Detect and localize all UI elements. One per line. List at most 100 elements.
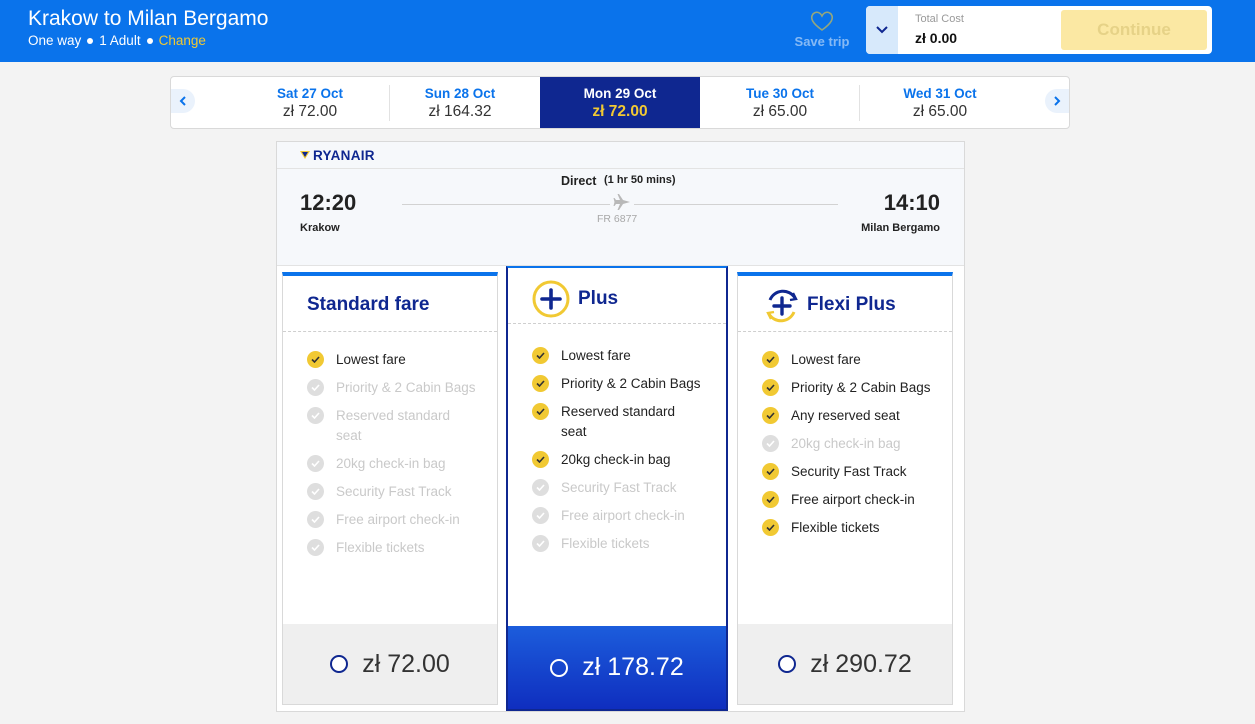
date-label: Sat 27 Oct	[276, 86, 344, 101]
arrival-city: Milan Bergamo	[861, 222, 940, 234]
fare-select-area[interactable]: zł 178.72	[508, 626, 726, 709]
plus-fare-icon	[532, 280, 570, 318]
change-link[interactable]: Change	[159, 33, 206, 48]
feature-item: 20kg check-in bag	[307, 454, 477, 474]
check-icon	[307, 379, 324, 396]
date-price: zł 72.00	[282, 103, 338, 120]
feature-item: Free airport check-in	[532, 506, 702, 526]
feature-item: 20kg check-in bag	[762, 434, 932, 454]
flight-type: Direct	[561, 174, 597, 188]
previous-dates-button[interactable]	[171, 89, 195, 113]
total-cost-label: Total Cost	[915, 13, 964, 25]
feature-item: Flexible tickets	[762, 518, 932, 538]
feature-label: Security Fast Track	[336, 484, 452, 499]
feature-label: 20kg check-in bag	[561, 452, 671, 467]
feature-item: Free airport check-in	[762, 490, 932, 510]
feature-list: Lowest fare Priority & 2 Cabin Bags Any …	[762, 350, 932, 546]
date-label: Wed 31 Oct	[903, 86, 977, 101]
fare-card-plus[interactable]: Plus Lowest fare Priority & 2 Cabin Bags…	[506, 266, 728, 711]
date-option[interactable]: Sat 27 Oct zł 72.00	[230, 77, 390, 128]
save-trip-label: Save trip	[794, 34, 850, 49]
feature-item: Priority & 2 Cabin Bags	[532, 374, 702, 394]
harp-logo-icon	[300, 151, 310, 159]
feature-label: Any reserved seat	[791, 408, 900, 423]
date-price: zł 65.00	[752, 103, 808, 120]
feature-item: Lowest fare	[307, 350, 477, 370]
fare-select-area[interactable]: zł 72.00	[283, 624, 497, 704]
feature-item: Any reserved seat	[762, 406, 932, 426]
check-icon	[762, 463, 779, 480]
date-label: Tue 30 Oct	[745, 86, 815, 101]
feature-label: Free airport check-in	[561, 508, 685, 523]
trip-type: One way	[28, 33, 82, 48]
divider	[277, 168, 964, 169]
flight-summary[interactable]: RYANAIR 12:20 Krakow Direct (1 hr 50 min…	[277, 142, 964, 266]
feature-item: Priority & 2 Cabin Bags	[307, 378, 477, 398]
feature-label: Free airport check-in	[336, 512, 460, 527]
continue-button[interactable]: Continue	[1061, 10, 1207, 50]
chevron-left-icon	[179, 96, 186, 106]
airline-name: RYANAIR	[313, 147, 375, 163]
total-cost-panel: Total Cost zł 0.00 Continue	[866, 6, 1212, 54]
date-price: zł 164.32	[428, 103, 492, 120]
date-option[interactable]: Tue 30 Oct zł 65.00	[700, 77, 860, 128]
fare-title: Flexi Plus	[807, 294, 896, 315]
feature-label: 20kg check-in bag	[336, 456, 446, 471]
date-option[interactable]: Wed 31 Oct zł 65.00	[860, 77, 1020, 128]
fare-card-flexi-plus[interactable]: Flexi Plus Lowest fare Priority & 2 Cabi…	[737, 272, 953, 705]
check-icon	[532, 375, 549, 392]
date-option[interactable]: Sun 28 Oct zł 164.32	[380, 77, 540, 128]
feature-label: Flexible tickets	[336, 540, 425, 555]
feature-label: Flexible tickets	[791, 520, 880, 535]
check-icon	[532, 507, 549, 524]
check-icon	[307, 511, 324, 528]
fare-radio[interactable]	[550, 658, 569, 677]
bullet-icon	[146, 37, 153, 44]
date-selector: Sat 27 Oct zł 72.00 Sun 28 Oct zł 164.32…	[170, 76, 1070, 129]
feature-item: Priority & 2 Cabin Bags	[762, 378, 932, 398]
check-icon	[307, 483, 324, 500]
feature-label: Priority & 2 Cabin Bags	[336, 380, 476, 395]
fare-radio[interactable]	[778, 655, 797, 673]
feature-list: Lowest fare Priority & 2 Cabin Bags Rese…	[307, 350, 477, 566]
route-title: Krakow to Milan Bergamo	[28, 7, 269, 30]
feature-item: Security Fast Track	[532, 478, 702, 498]
feature-label: Security Fast Track	[791, 464, 907, 479]
chevron-down-icon	[876, 26, 888, 34]
check-icon	[762, 519, 779, 536]
date-option-selected[interactable]: Mon 29 Oct zł 72.00	[540, 77, 700, 128]
check-icon	[532, 403, 549, 420]
check-icon	[307, 407, 324, 424]
save-trip-button[interactable]: Save trip	[790, 10, 854, 49]
total-cost-value: zł 0.00	[915, 30, 958, 46]
chevron-right-icon	[1054, 96, 1061, 106]
fare-select-area[interactable]: zł 290.72	[738, 624, 952, 704]
fare-card-standard[interactable]: Standard fare Lowest fare Priority & 2 C…	[282, 272, 498, 705]
cost-expand-toggle[interactable]	[866, 6, 898, 54]
fare-price: zł 290.72	[810, 649, 912, 678]
flexi-plus-fare-icon	[766, 289, 798, 323]
fare-radio[interactable]	[330, 655, 349, 673]
fare-price: zł 72.00	[362, 649, 450, 678]
heart-icon	[810, 11, 834, 31]
fare-title: Plus	[578, 288, 619, 309]
feature-item: Flexible tickets	[532, 534, 702, 554]
feature-item: Reserved standard seat	[532, 402, 702, 442]
feature-label: Reserved standard seat	[561, 404, 676, 439]
feature-label: Free airport check-in	[791, 492, 915, 507]
check-icon	[532, 535, 549, 552]
passenger-count: 1 Adult	[99, 33, 141, 48]
next-dates-button[interactable]	[1045, 89, 1069, 113]
flight-duration: (1 hr 50 mins)	[604, 174, 676, 186]
feature-item: Free airport check-in	[307, 510, 477, 530]
feature-label: Flexible tickets	[561, 536, 650, 551]
feature-label: Lowest fare	[561, 348, 631, 363]
feature-label: 20kg check-in bag	[791, 436, 901, 451]
feature-label: Lowest fare	[336, 352, 406, 367]
feature-item: Lowest fare	[762, 350, 932, 370]
date-label: Sun 28 Oct	[424, 86, 496, 101]
check-icon	[532, 451, 549, 468]
trip-summary: One way 1 Adult Change	[28, 33, 206, 48]
feature-label: Priority & 2 Cabin Bags	[561, 376, 701, 391]
arrival-time: 14:10	[883, 190, 940, 215]
